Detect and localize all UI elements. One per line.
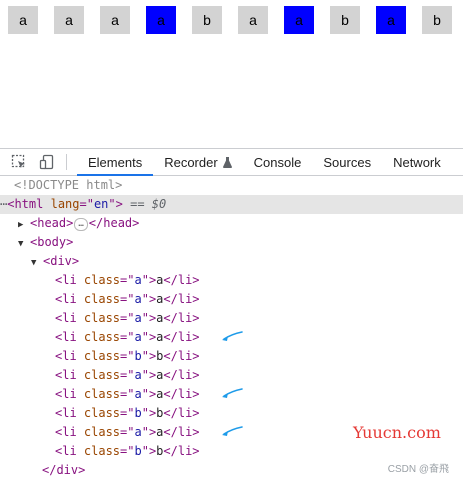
- head-tag: head: [37, 216, 67, 230]
- toolbar-divider: [66, 154, 67, 170]
- annotation-arrow-icon: [222, 331, 243, 341]
- div-close-tag: div: [56, 463, 79, 477]
- div-tag: div: [50, 254, 72, 268]
- inspect-element-icon[interactable]: [10, 153, 28, 171]
- preview-box: a: [54, 6, 84, 34]
- li-node[interactable]: <li class="b">b</li>: [0, 347, 463, 366]
- preview-box: b: [192, 6, 222, 34]
- preview-box: b: [422, 6, 452, 34]
- doctype-line[interactable]: <!DOCTYPE html>: [0, 176, 463, 195]
- doctype-text: <!DOCTYPE html>: [14, 178, 123, 192]
- tab-network[interactable]: Network: [382, 149, 452, 175]
- li-node[interactable]: <li class="a">a</li>: [0, 290, 463, 309]
- selected-marker: == $0: [130, 197, 167, 211]
- html-node[interactable]: ⋯<html lang="en"> == $0: [0, 195, 463, 214]
- tab-recorder[interactable]: Recorder: [153, 149, 242, 175]
- tab-label: Console: [253, 154, 302, 170]
- tab-label: Network: [393, 154, 441, 170]
- preview-box: a: [376, 6, 406, 34]
- device-toggle-icon[interactable]: [38, 153, 56, 171]
- html-lang-value: en: [93, 197, 109, 211]
- li-class-value: a: [134, 368, 142, 382]
- li-class-value: b: [134, 349, 142, 363]
- head-close-tag: head: [103, 216, 133, 230]
- tab-label: Sources: [323, 154, 372, 170]
- li-class-value: a: [134, 273, 142, 287]
- devtools-tabbar: Elements Recorder Console Sources Networ…: [0, 148, 463, 176]
- tab-label: Recorder: [164, 154, 218, 170]
- li-node[interactable]: <li class="a">a</li>: [0, 366, 463, 385]
- watermark: Yuucn.com: [353, 423, 441, 442]
- csdn-credit: CSDN @奋飛: [387, 464, 449, 475]
- tab-elements[interactable]: Elements: [77, 149, 154, 176]
- tab-console[interactable]: Console: [243, 149, 313, 175]
- body-node[interactable]: ▼ <body>: [0, 233, 463, 252]
- li-node[interactable]: <li class="a">a</li>: [0, 328, 463, 347]
- li-class-value: a: [134, 387, 142, 401]
- preview-box: a: [238, 6, 268, 34]
- page-preview: aaaabaabab: [0, 0, 463, 148]
- li-class-value: b: [134, 444, 142, 458]
- box-list: aaaabaabab: [8, 6, 452, 34]
- li-node[interactable]: <li class="b">b</li>: [0, 442, 463, 461]
- li-node[interactable]: <li class="a">a</li>: [0, 385, 463, 404]
- preview-box: a: [146, 6, 176, 34]
- tab-label: Elements: [88, 154, 143, 170]
- div-node[interactable]: ▼ <div>: [0, 252, 463, 271]
- preview-box: b: [330, 6, 360, 34]
- annotation-arrow-icon: [222, 426, 243, 436]
- body-tag: body: [37, 235, 67, 249]
- li-node[interactable]: <li class="a">a</li>: [0, 309, 463, 328]
- preview-box: a: [8, 6, 38, 34]
- annotation-arrow-icon: [222, 388, 243, 398]
- li-class-value: a: [134, 425, 142, 439]
- li-node[interactable]: <li class="a">a</li>: [0, 271, 463, 290]
- li-node[interactable]: <li class="b">b</li>: [0, 404, 463, 423]
- preview-box: a: [100, 6, 130, 34]
- li-class-value: a: [134, 311, 142, 325]
- head-node[interactable]: ▶ <head>… </head>: [0, 214, 463, 233]
- li-class-value: a: [134, 330, 142, 344]
- flask-icon: [222, 156, 232, 168]
- collapsed-ellipsis[interactable]: …: [74, 218, 88, 231]
- tab-sources[interactable]: Sources: [312, 149, 382, 175]
- preview-box: a: [284, 6, 314, 34]
- li-class-value: a: [134, 292, 142, 306]
- li-class-value: b: [134, 406, 142, 420]
